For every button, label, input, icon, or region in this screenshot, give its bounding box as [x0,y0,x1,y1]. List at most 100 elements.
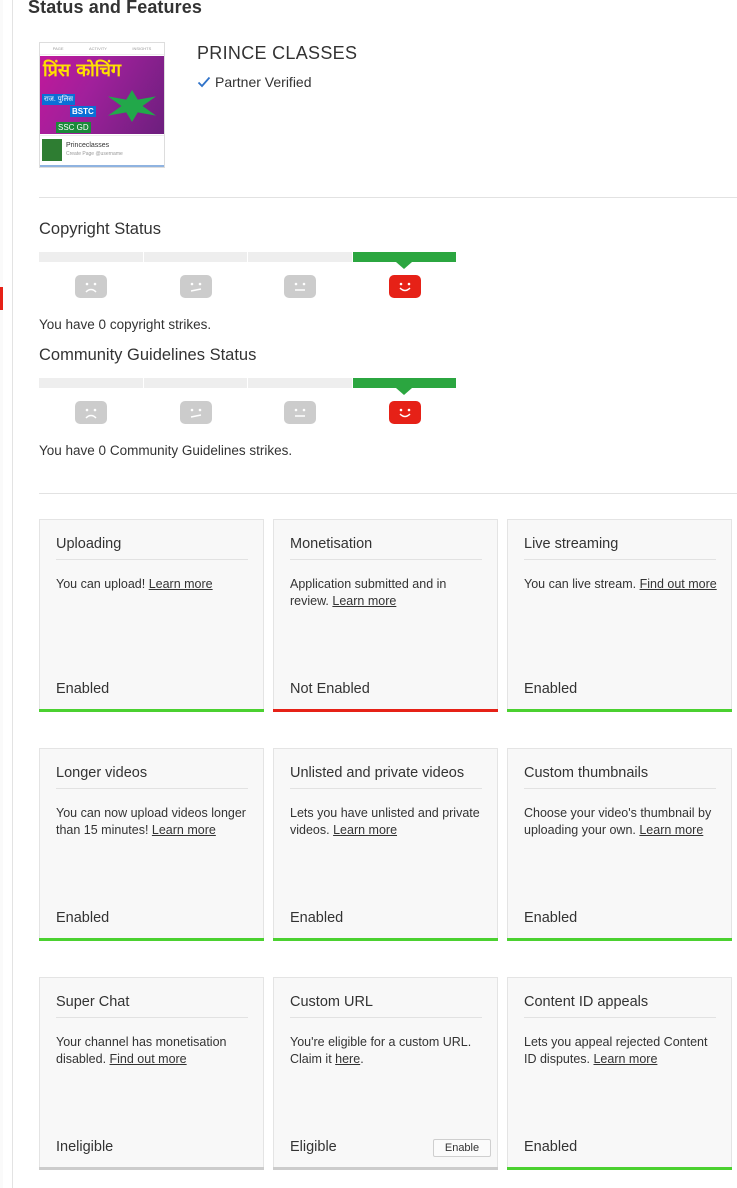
feature-status-bar [273,1167,498,1170]
check-icon [197,76,211,88]
feature-card: Custom thumbnails Choose your video's thu… [507,748,732,941]
strike-segment [39,252,143,262]
feature-card: Content ID appeals Lets you appeal reject… [507,977,732,1170]
feature-title: Unlisted and private videos [290,765,482,789]
feature-card: Unlisted and private videos Lets you have… [273,748,498,941]
feature-card: Custom URL You're eligible for a custom U… [273,977,498,1170]
feature-title: Longer videos [56,765,248,789]
feature-state: Enabled [524,910,578,926]
thumbnail-footer: Princeclasses Create Page @username [40,135,164,167]
feature-title: Content ID appeals [524,994,716,1018]
feature-status-bar [507,1167,732,1170]
channel-thumbnail[interactable]: PAGE ACTIVITY INSIGHTS प्रिंस कोचिंग राज… [39,42,165,168]
strike-segment [248,378,352,388]
feature-description: You can live stream. Find out more [524,577,717,591]
unsure-face-icon [179,275,212,298]
feature-status-bar [39,938,264,941]
neutral-face-icon [284,401,317,424]
channel-thumbnail-image: PAGE ACTIVITY INSIGHTS प्रिंस कोचिंग राज… [39,42,165,168]
feature-link[interactable]: Learn more [332,594,396,608]
feature-state: Enabled [56,681,110,697]
feature-card: Longer videos You can now upload videos l… [39,748,264,941]
partner-verified-label: Partner Verified [215,74,312,90]
feature-status-bar [39,1167,264,1170]
feature-state: Enabled [290,910,344,926]
feature-link[interactable]: Learn more [333,823,397,837]
thumbnail-page-sub: Create Page @username [66,151,123,157]
thumbnail-banner: प्रिंस कोचिंग राज. पुलिस BSTC SSC GD [40,56,164,134]
happy-face-icon [388,275,421,298]
feature-description: Your channel has monetisation disabled. … [56,1035,227,1066]
feature-description: You can upload! Learn more [56,577,213,591]
feature-card: Uploading You can upload! Learn more Enabl… [39,519,264,712]
channel-name: PRINCE CLASSES [197,43,358,63]
strike-segment-active [352,252,456,269]
feature-link[interactable]: Learn more [593,1052,657,1066]
feature-link[interactable]: Learn more [639,823,703,837]
feature-link[interactable]: here [335,1052,360,1066]
feature-description: Choose your video's thumbnail by uploadi… [524,806,712,837]
feature-description: You can now upload videos longer than 15… [56,806,246,837]
feature-state: Enabled [56,910,110,926]
feature-description: Application submitted and in review. Lea… [290,577,447,608]
unsure-face-icon [179,401,212,424]
thumbnail-page-name: Princeclasses [66,142,110,149]
feature-state: Not Enabled [290,681,370,697]
feature-state: Eligible [290,1139,337,1155]
banner-hindi-title: प्रिंस कोचिंग [43,60,122,81]
thumbnail-tab: INSIGHTS [132,46,152,51]
enable-button[interactable]: Enable [433,1139,491,1157]
banner-tag: राज. पुलिस [42,94,76,105]
feature-state: Enabled [524,681,578,697]
feature-link[interactable]: Find out more [110,1052,187,1066]
feature-title: Live streaming [524,536,716,560]
partner-verified: Partner Verified [197,74,312,90]
feature-link[interactable]: Learn more [149,577,213,591]
feature-status-bar [507,938,732,941]
feature-link[interactable]: Find out more [640,577,717,591]
active-nav-marker [0,287,3,310]
section-divider [39,197,737,198]
feature-card: Monetisation Application submitted and in… [273,519,498,712]
copyright-status-text: You have 0 copyright strikes. [39,317,212,332]
feature-status-bar [273,709,498,712]
community-strike-bar [39,378,457,395]
feature-card: Super Chat Your channel has monetisation … [39,977,264,1170]
strike-segment [143,378,247,388]
thumbnail-tabs: PAGE ACTIVITY INSIGHTS [40,43,164,55]
section-divider [39,493,737,494]
feature-title: Uploading [56,536,248,560]
feature-card: Live streaming You can live stream. Find … [507,519,732,712]
page-title: Status and Features [28,0,202,17]
strike-segment [248,252,352,262]
left-rail-gutter [0,0,3,1188]
feature-state: Ineligible [56,1139,114,1155]
feature-description: You're eligible for a custom URL. Claim … [290,1035,472,1066]
feature-title: Super Chat [56,994,248,1018]
feature-title: Custom thumbnails [524,765,716,789]
community-faces [39,401,457,424]
feature-status-bar [273,938,498,941]
feature-title: Custom URL [290,994,482,1018]
strike-segment-active [352,378,456,395]
feature-status-bar [39,709,264,712]
strike-segment [39,378,143,388]
sad-face-icon [75,401,108,424]
community-status-title: Community Guidelines Status [39,346,257,364]
copyright-faces [39,275,457,298]
community-status-text: You have 0 Community Guidelines strikes. [39,443,293,458]
feature-link[interactable]: Learn more [152,823,216,837]
feature-status-bar [507,709,732,712]
sad-face-icon [75,275,108,298]
happy-face-icon [388,401,421,424]
copyright-strike-bar [39,252,457,269]
copyright-status-title: Copyright Status [39,220,161,238]
mini-avatar [42,139,62,161]
neutral-face-icon [284,275,317,298]
banner-tag: SSC GD [56,122,91,133]
banner-star-shape [108,90,156,122]
thumbnail-underline [40,165,164,167]
thumbnail-tab: ACTIVITY [88,46,107,51]
thumbnail-tab: PAGE [52,46,64,51]
left-rail [0,0,13,1188]
